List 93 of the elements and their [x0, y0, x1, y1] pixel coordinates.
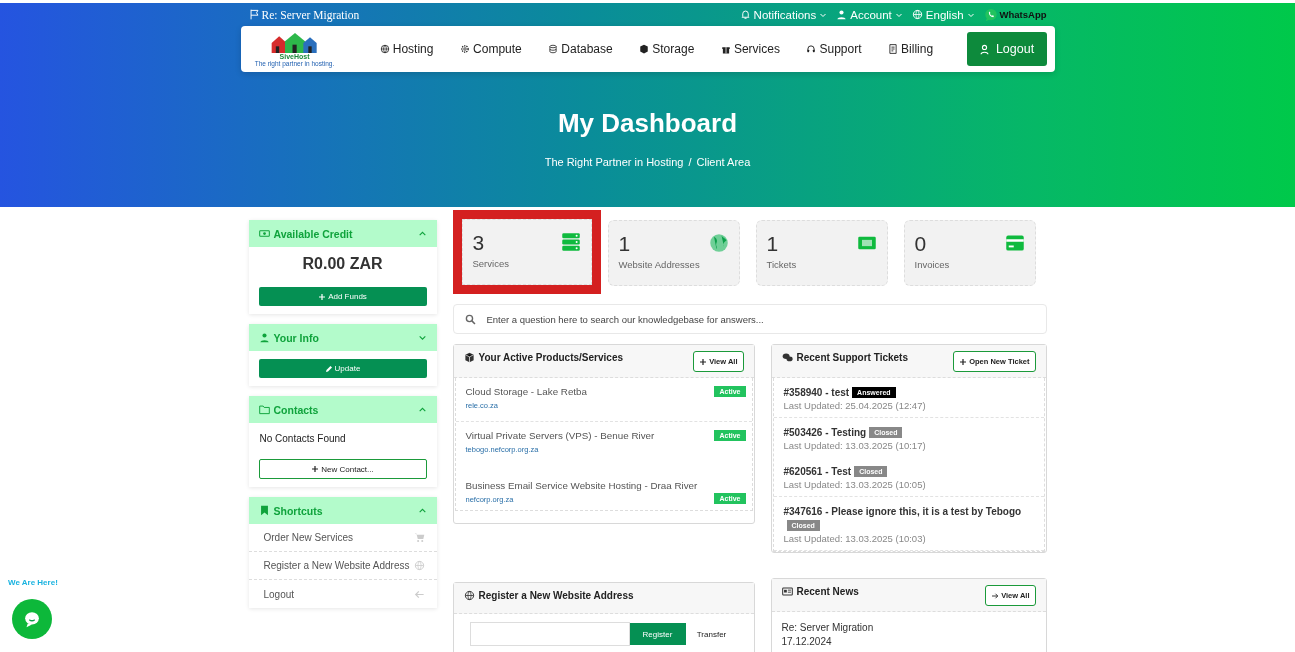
add-funds-button[interactable]: Add Funds — [258, 287, 427, 306]
banknote-icon — [258, 228, 270, 239]
stat-card[interactable]: 1 Tickets — [755, 220, 888, 286]
bookmark-icon — [258, 505, 270, 516]
nav-link[interactable]: Database — [548, 42, 613, 56]
last-updated: Last Updated: 13.03.2025 (10:17) — [783, 440, 927, 451]
news-item[interactable]: Re: Server Migration 17.12.2024 — [771, 612, 1046, 652]
stat-label: Invoices — [914, 259, 950, 270]
whatsapp-link[interactable]: WhatsApp — [983, 7, 1047, 22]
server-icon — [560, 232, 581, 252]
domain-input[interactable] — [469, 622, 630, 646]
newspaper-icon — [781, 586, 793, 597]
card-title: Your Active Products/Services — [478, 352, 624, 363]
stat-card[interactable]: 1 Website Addresses — [607, 220, 740, 286]
stat-card[interactable]: 3 Services — [461, 219, 592, 285]
document-icon — [888, 44, 899, 54]
ticket-subject: #358940 - test — [783, 387, 850, 398]
folder-icon — [258, 404, 270, 415]
shortcut-link[interactable]: Order New Services — [248, 524, 437, 552]
headset-icon — [806, 44, 817, 54]
ticket-subject: #347616 - Please ignore this, it is a test by Tebogo — [783, 506, 1022, 517]
card-title: Recent News — [796, 586, 860, 597]
plus-icon — [959, 357, 968, 366]
stat-value: 1 — [766, 233, 780, 255]
chat-bubbles-icon — [781, 352, 793, 363]
panel-title: Contacts — [273, 403, 320, 416]
last-updated: Last Updated: 13.03.2025 (10:05) — [783, 479, 927, 490]
ticket-subject: #620561 - Test — [783, 466, 852, 477]
cart-icon — [413, 532, 425, 543]
ticket-subject: #503426 - Testing — [783, 427, 867, 438]
nav-link[interactable]: Services — [720, 42, 780, 56]
plus-icon — [318, 292, 327, 301]
stat-card[interactable]: 0 Invoices — [903, 220, 1036, 286]
breadcrumb-separator: / — [688, 156, 692, 168]
arrow-left-icon — [413, 588, 425, 600]
nav-link[interactable]: Storage — [639, 42, 695, 56]
credit-amount: R0.00 ZAR — [301, 255, 384, 273]
empty-message: No Contacts Found — [259, 433, 347, 444]
last-updated: Last Updated: 13.03.2025 (10:03) — [783, 533, 927, 544]
new-contact-button[interactable]: New Contact... — [258, 459, 427, 479]
news-title: Re: Server Migration — [781, 622, 875, 633]
update-button[interactable]: Update — [258, 359, 427, 378]
whatsapp-icon — [983, 7, 998, 22]
card-title: Recent Support Tickets — [796, 352, 909, 363]
news-date: 17.12.2024 — [781, 636, 833, 647]
search-icon — [464, 314, 476, 325]
chat-label: We Are Here! — [8, 578, 58, 587]
card-title: Register a New Website Address — [478, 590, 635, 601]
stat-value: 3 — [472, 232, 486, 254]
credit-card-icon — [1004, 233, 1025, 253]
panel-title: Available Credit — [273, 227, 354, 240]
arrow-right-icon — [991, 591, 1000, 600]
panel-title: Shortcuts — [273, 504, 324, 517]
announcement-link[interactable]: Re: Server Migration — [261, 8, 360, 21]
shortcut-link[interactable]: Logout — [248, 580, 437, 608]
nav-link[interactable]: Support — [806, 42, 862, 56]
breadcrumb-link[interactable]: Client Area — [696, 156, 751, 168]
search-field[interactable]: Enter a question here to search our knowledgebase for answers... — [452, 304, 1047, 334]
shortcut-link[interactable]: Register a New Website Address — [248, 552, 437, 580]
user-icon — [258, 332, 270, 343]
cube-icon — [639, 44, 650, 54]
globe-icon — [379, 44, 390, 54]
page-title: My Dashboard — [557, 108, 738, 139]
last-updated: Last Updated: 25.04.2025 (12:47) — [783, 400, 927, 411]
register-button[interactable]: Register — [629, 623, 686, 645]
logout-button[interactable]: Logout — [966, 32, 1047, 66]
breadcrumb-link[interactable]: The Right Partner in Hosting — [544, 156, 684, 168]
box-icon — [463, 352, 475, 363]
stat-value: 1 — [618, 233, 632, 255]
bell-icon — [739, 9, 751, 20]
nav-link[interactable]: Hosting — [379, 42, 434, 56]
nav-link[interactable]: Compute — [460, 42, 522, 56]
database-icon — [548, 44, 559, 54]
chat-button[interactable] — [12, 599, 52, 639]
globe-icon — [413, 560, 425, 571]
stat-label: Services — [472, 258, 509, 269]
user-icon — [978, 43, 990, 55]
plus-icon — [311, 465, 320, 473]
user-icon — [836, 9, 848, 20]
product-name: Business Email Service Website Hosting - Draa River — [465, 480, 698, 491]
globe-icon — [911, 9, 923, 20]
earth-icon — [708, 233, 729, 253]
stat-value: 0 — [914, 233, 928, 255]
stat-label: Website Addresses — [618, 259, 700, 270]
panel-title: Your Info — [273, 331, 320, 344]
stat-label: Tickets — [766, 259, 797, 270]
nav-link[interactable]: Billing — [888, 42, 934, 56]
product-name: Cloud Storage - Lake Retba — [465, 386, 587, 397]
pencil-icon — [324, 364, 333, 373]
globe-icon — [463, 590, 475, 601]
plus-icon — [699, 357, 708, 366]
flag-icon — [248, 9, 260, 20]
product-name: Virtual Private Servers (VPS) - Benue River — [465, 430, 655, 441]
